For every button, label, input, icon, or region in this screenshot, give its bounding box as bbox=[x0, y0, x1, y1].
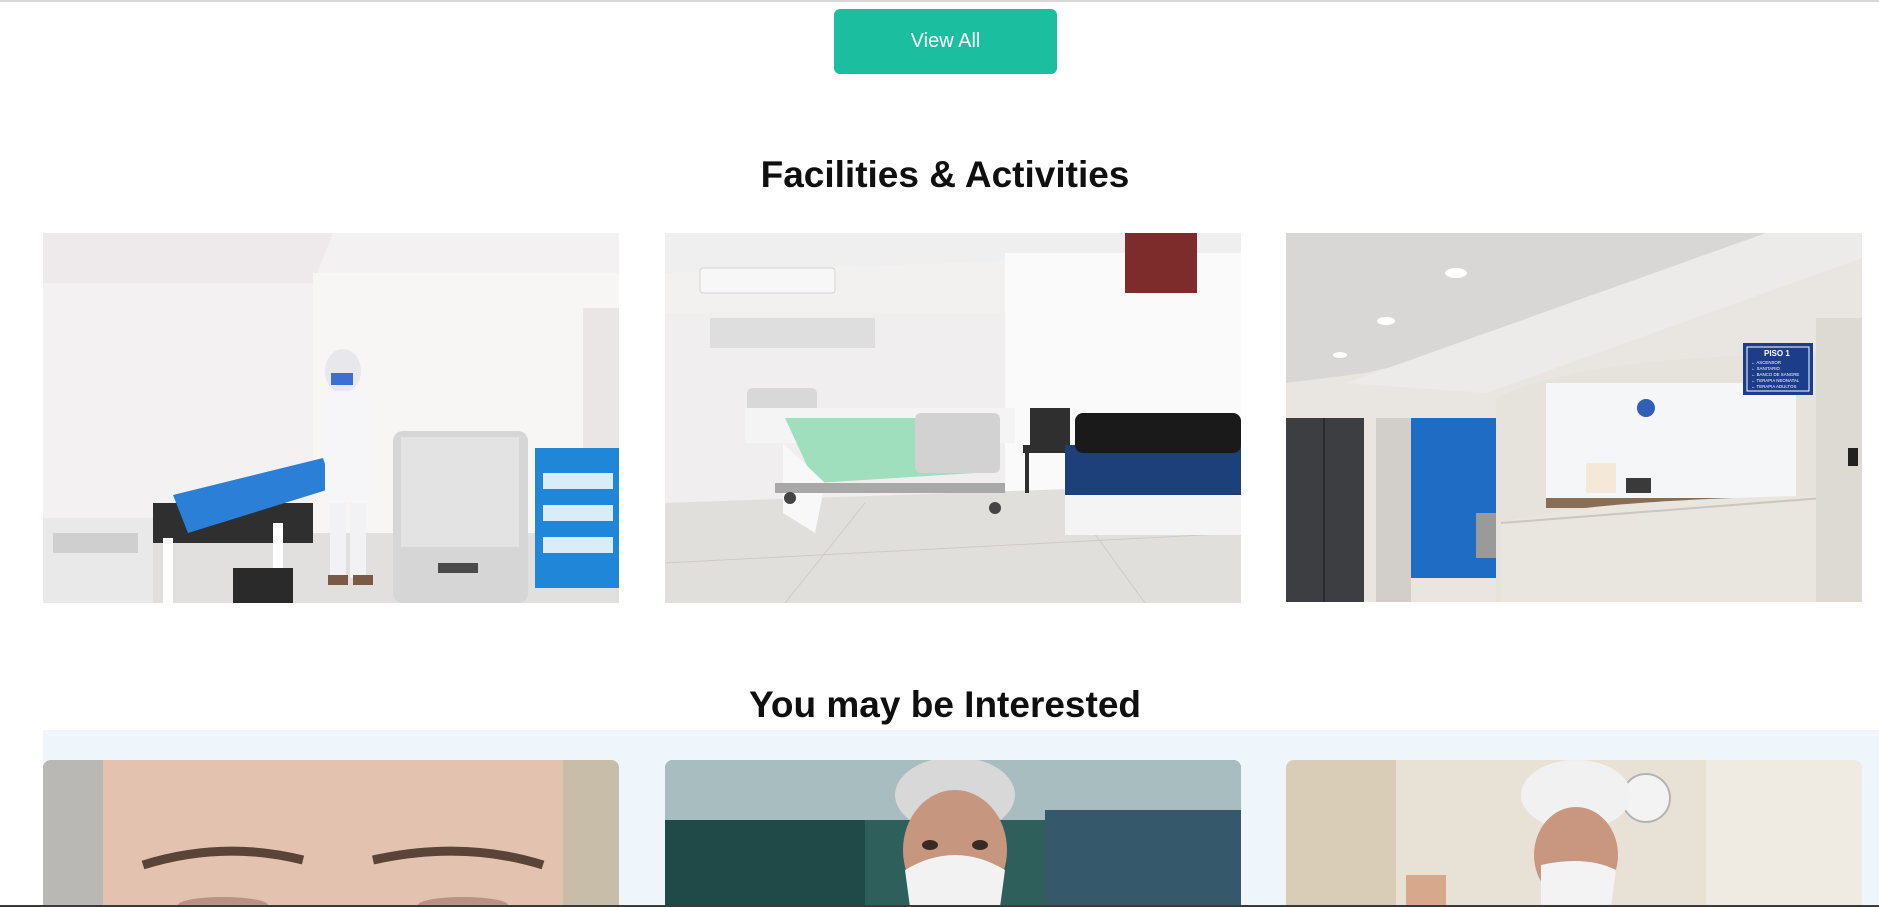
svg-text:← TERAPIA ADULTOS: ← TERAPIA ADULTOS bbox=[1751, 384, 1796, 389]
sign-title: PISO 1 bbox=[1764, 349, 1790, 358]
doctor-mask-photo bbox=[665, 760, 1241, 907]
facilities-section-title: Facilities & Activities bbox=[760, 154, 1130, 195]
surgeon-cap-photo bbox=[1286, 760, 1862, 907]
exam-room-photo bbox=[43, 233, 619, 603]
interest-card-1[interactable] bbox=[43, 760, 619, 907]
svg-text:← TERAPIA NEONATAL: ← TERAPIA NEONATAL bbox=[1751, 378, 1800, 383]
interested-section-title: You may be Interested bbox=[748, 684, 1142, 725]
top-divider bbox=[0, 0, 1879, 2]
svg-text:← BANCO DE SANGRE: ← BANCO DE SANGRE bbox=[1751, 372, 1799, 377]
interest-card-2[interactable] bbox=[665, 760, 1241, 907]
view-all-button[interactable]: View All bbox=[834, 9, 1057, 74]
face-photo bbox=[43, 760, 619, 907]
facility-image-exam-room[interactable] bbox=[43, 233, 619, 603]
patient-room-photo bbox=[665, 233, 1241, 603]
facility-image-patient-room[interactable] bbox=[665, 233, 1241, 603]
facility-image-reception[interactable]: PISO 1 ← ASCENSOR ← SANITARIO ← BANCO DE… bbox=[1286, 233, 1862, 602]
interest-card-3[interactable] bbox=[1286, 760, 1862, 907]
svg-text:← ASCENSOR: ← ASCENSOR bbox=[1751, 360, 1781, 365]
reception-photo: PISO 1 ← ASCENSOR ← SANITARIO ← BANCO DE… bbox=[1286, 233, 1862, 602]
page: View All Facilities & Activities PISO 1 … bbox=[0, 0, 1879, 907]
svg-text:← SANITARIO: ← SANITARIO bbox=[1751, 366, 1781, 371]
